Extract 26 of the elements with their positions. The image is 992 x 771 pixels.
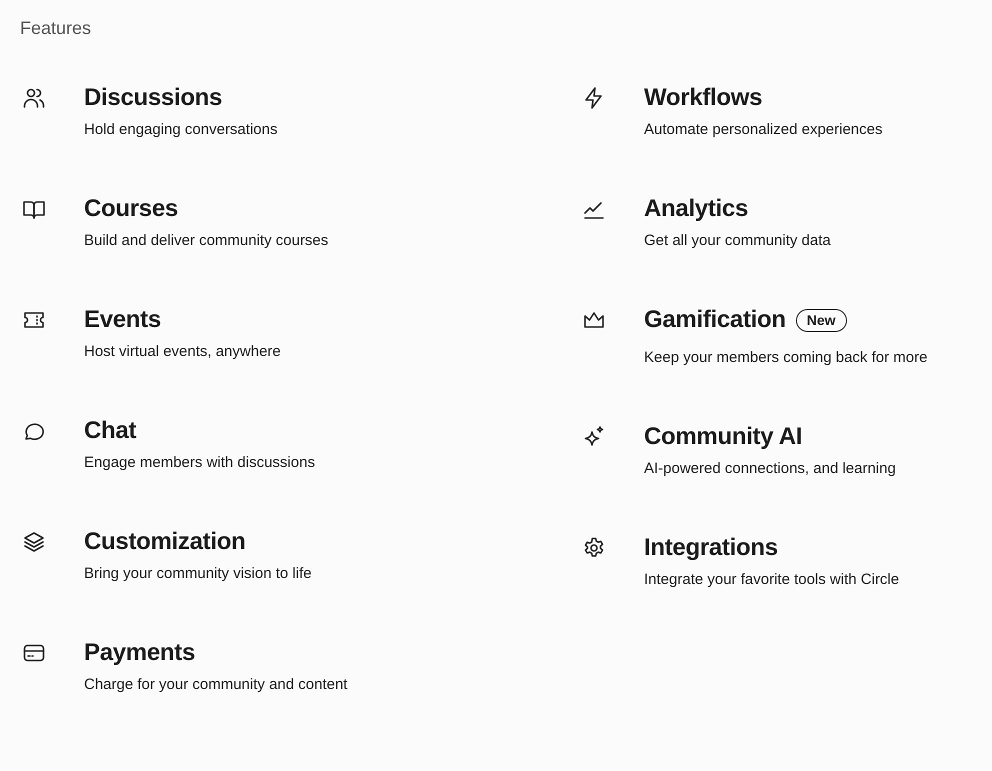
feature-description: Bring your community vision to life: [84, 564, 312, 584]
feature-title[interactable]: Chat: [84, 417, 136, 445]
feature-title[interactable]: Workflows: [644, 84, 762, 112]
feature-title[interactable]: Integrations: [644, 534, 778, 562]
feature-description: Charge for your community and content: [84, 675, 348, 695]
feature-description: Host virtual events, anywhere: [84, 342, 281, 362]
feature-title[interactable]: Payments: [84, 639, 195, 667]
feature-description: Integrate your favorite tools with Circle: [644, 570, 900, 590]
feature-description: AI-powered connections, and learning: [644, 459, 896, 479]
feature-description: Build and deliver community courses: [84, 231, 328, 251]
feature-title[interactable]: Customization: [84, 528, 246, 556]
people-icon: [22, 86, 46, 110]
feature-title[interactable]: Analytics: [644, 195, 748, 223]
layers-icon: [22, 530, 46, 554]
feature-description: Keep your members coming back for more: [644, 348, 928, 368]
feature-title[interactable]: Events: [84, 306, 161, 334]
feature-title[interactable]: Community AI: [644, 423, 802, 451]
feature-description: Engage members with discussions: [84, 453, 315, 473]
feature-description: Hold engaging conversations: [84, 120, 278, 140]
feature-title[interactable]: Gamification: [644, 306, 786, 334]
section-title: Features: [20, 17, 92, 40]
feature-description: Get all your community data: [644, 231, 831, 251]
feature-title[interactable]: Discussions: [84, 84, 222, 112]
feature-title[interactable]: Courses: [84, 195, 178, 223]
feature-description: Automate personalized experiences: [644, 120, 882, 140]
new-badge: New: [796, 308, 847, 332]
